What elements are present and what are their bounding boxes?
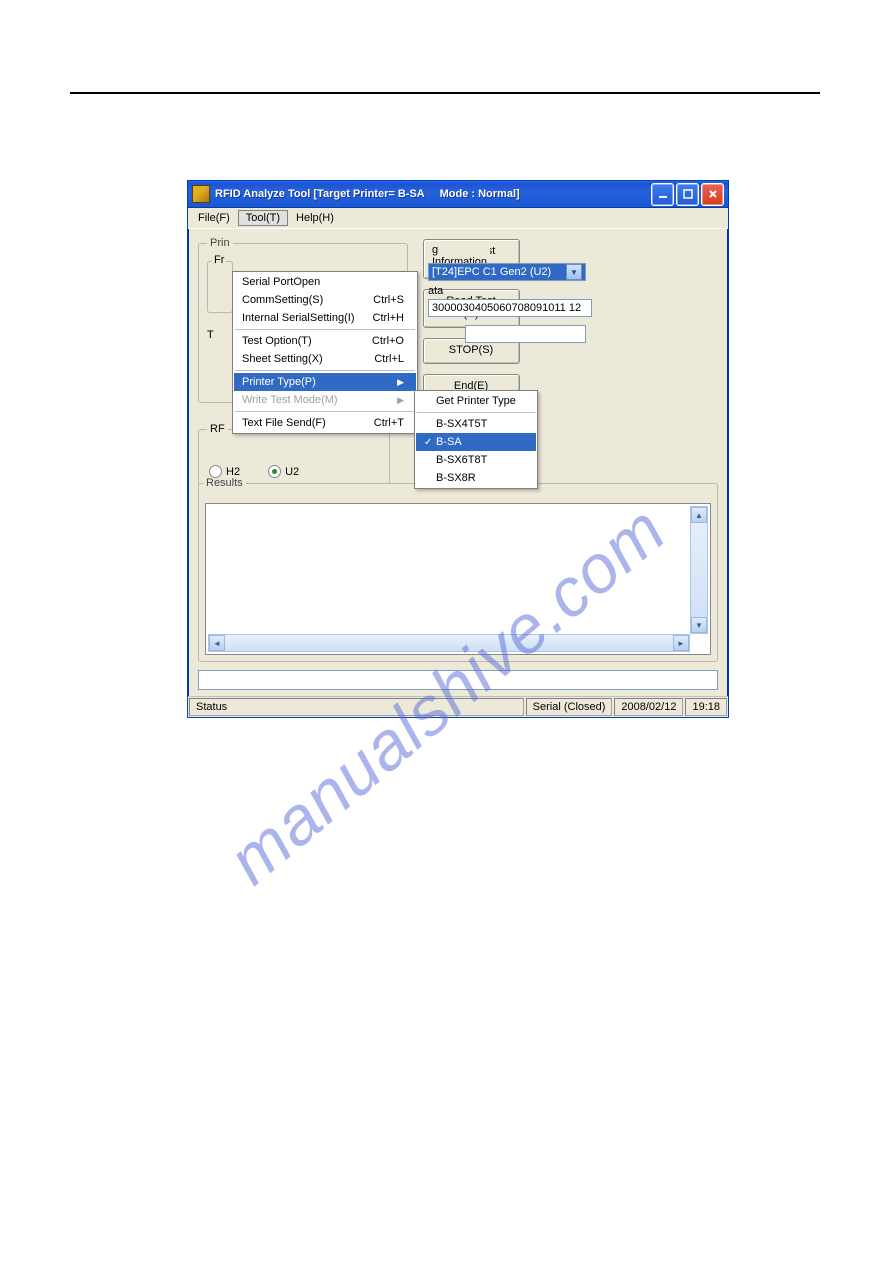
menu-sheet-setting[interactable]: Sheet Setting(X)Ctrl+L	[234, 350, 416, 368]
fr-subgroup-label: Fr	[212, 254, 226, 266]
close-button[interactable]	[701, 183, 724, 206]
tag-type-select[interactable]: [T24]EPC C1 Gen2 (U2) ▼	[428, 263, 586, 281]
maximize-button[interactable]	[676, 183, 699, 206]
chevron-right-icon: ▶	[397, 377, 404, 388]
menu-tool[interactable]: Tool(T)	[238, 210, 288, 226]
menu-separator	[235, 411, 415, 412]
app-window: RFID Analyze Tool [Target Printer= B-SA …	[187, 180, 729, 718]
scroll-down-icon[interactable]: ▼	[691, 617, 707, 633]
results-group: Results ▲ ▼ ◄ ►	[198, 477, 718, 662]
menu-serial-port-open[interactable]: Serial PortOpen	[234, 273, 416, 291]
chevron-down-icon: ▼	[566, 264, 582, 280]
printer-group-label: Prin	[207, 237, 233, 249]
scroll-left-icon[interactable]: ◄	[209, 635, 225, 651]
menu-printer-type[interactable]: Printer Type(P)▶	[234, 373, 416, 391]
scroll-up-icon[interactable]: ▲	[691, 507, 707, 523]
status-serial: Serial (Closed)	[526, 698, 613, 716]
submenu-b-sx6t8t[interactable]: B-SX6T8T	[416, 451, 536, 469]
vertical-scrollbar[interactable]: ▲ ▼	[690, 506, 708, 634]
menu-help[interactable]: Help(H)	[288, 210, 342, 226]
title-bar: RFID Analyze Tool [Target Printer= B-SA …	[188, 181, 728, 208]
submenu-b-sx4t5t[interactable]: B-SX4T5T	[416, 415, 536, 433]
submenu-b-sx8r[interactable]: B-SX8R	[416, 469, 536, 487]
menu-write-test-mode: Write Test Mode(M)▶	[234, 391, 416, 409]
menu-separator	[235, 329, 415, 330]
radio-h2-label: H2	[226, 466, 240, 478]
menu-comm-setting[interactable]: CommSetting(S)Ctrl+S	[234, 291, 416, 309]
tool-menu: Serial PortOpen CommSetting(S)Ctrl+S Int…	[232, 271, 418, 434]
menu-test-option[interactable]: Test Option(T)Ctrl+O	[234, 332, 416, 350]
radio-u2-label: U2	[285, 466, 299, 478]
results-group-label: Results	[203, 477, 246, 489]
t-label: T	[207, 329, 214, 341]
app-icon	[192, 185, 210, 203]
close-icon	[708, 189, 718, 199]
tag-type-value: [T24]EPC C1 Gen2 (U2)	[432, 266, 551, 278]
fr-subgroup	[207, 261, 233, 313]
status-label: Status	[189, 698, 524, 716]
menu-bar: File(F) Tool(T) Help(H)	[188, 208, 728, 229]
minimize-button[interactable]	[651, 183, 674, 206]
id-input[interactable]	[465, 325, 586, 343]
status-textbox[interactable]	[198, 670, 718, 690]
submenu-get-printer-type[interactable]: Get Printer Type	[416, 392, 536, 410]
menu-text-file-send[interactable]: Text File Send(F)Ctrl+T	[234, 414, 416, 432]
scroll-right-icon[interactable]: ►	[673, 635, 689, 651]
submenu-b-sa[interactable]: ✓B-SA	[416, 433, 536, 451]
menu-internal-serial[interactable]: Internal SerialSetting(I)Ctrl+H	[234, 309, 416, 327]
page-divider	[70, 92, 820, 94]
chevron-right-icon: ▶	[397, 395, 404, 406]
status-date: 2008/02/12	[614, 698, 683, 716]
status-time: 19:18	[685, 698, 727, 716]
menu-separator	[417, 412, 535, 413]
results-textarea[interactable]: ▲ ▼ ◄ ►	[205, 503, 711, 655]
client-area: Prin Fr T g Information [T24]EPC C1 Gen2…	[188, 229, 728, 696]
menu-separator	[235, 370, 415, 371]
check-icon: ✓	[424, 437, 434, 448]
menu-file[interactable]: File(F)	[190, 210, 238, 226]
maximize-icon	[683, 189, 693, 199]
printer-type-submenu: Get Printer Type B-SX4T5T ✓B-SA B-SX6T8T…	[414, 390, 538, 489]
minimize-icon	[658, 189, 668, 199]
rf-group-label: RF	[207, 423, 228, 435]
data-input[interactable]: 3000030405060708091011 12	[428, 299, 592, 317]
window-title: RFID Analyze Tool [Target Printer= B-SA …	[215, 188, 649, 200]
horizontal-scrollbar[interactable]: ◄ ►	[208, 634, 690, 652]
status-bar: Status Serial (Closed) 2008/02/12 19:18	[188, 696, 728, 717]
